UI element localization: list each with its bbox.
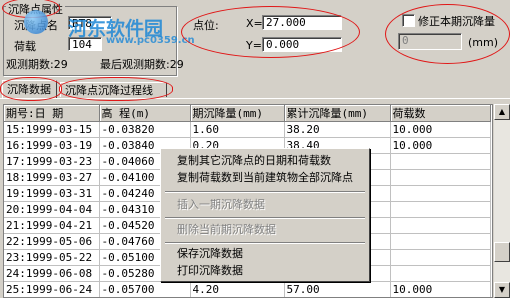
load-label: 荷载 [14,40,36,53]
correction-label[interactable]: 修正本期沉降量 [418,13,495,29]
table-cell[interactable]: 25:1999-06-24 [4,281,100,297]
watermark-url: www.pc0359.cn [106,35,195,46]
table-cell[interactable] [390,249,491,266]
table-cell[interactable] [390,153,491,170]
table-header-row: 期号:日 期高 程(m) 期沉降量(mm) 累计沉降量(mm) 荷载数 [4,105,491,122]
column-header[interactable]: 期号:日 期 [4,105,100,122]
context-menu: 复制其它沉降点的日期和荷载数 复制荷载数到当前建筑物全部沉降点 插入一期沉降数据… [160,148,370,282]
vertical-scrollbar[interactable]: ▲ ▼ [493,104,510,298]
x-field[interactable]: 27.000 [262,15,342,30]
column-header[interactable]: 荷载数 [390,105,491,122]
table-cell[interactable]: 22:1999-05-06 [4,233,100,250]
table-row[interactable]: 15:1999-03-15 -0.03820 1.60 38.20 10.000 [4,121,491,138]
table-cell[interactable]: 15:1999-03-15 [4,121,100,138]
tab-strip: 沉降数据 沉降点沉降过程线 [0,80,510,99]
table-cell[interactable]: 23:1999-05-22 [4,249,100,266]
table-cell[interactable] [390,185,491,202]
watermark-logo-icon [24,10,48,34]
table-cell[interactable]: 19:1999-03-31 [4,185,100,202]
obs-count-text: 观测期数:29 [6,58,68,71]
menu-item-insert-period[interactable]: 插入一期沉降数据 [177,197,265,212]
table-cell[interactable]: 20:1999-04-04 [4,201,100,218]
menu-separator [165,242,365,244]
scroll-thumb[interactable] [494,242,510,262]
table-cell[interactable] [390,233,491,250]
table-cell[interactable]: 57.00 [284,281,391,297]
table-cell[interactable]: 4.20 [190,281,285,297]
tab-settlement-data[interactable]: 沉降数据 [2,80,57,98]
table-cell[interactable]: 16:1999-03-19 [4,137,100,154]
last-obs-text: 最后观测期数:29 [100,58,184,71]
menu-separator [165,191,365,193]
menu-item-print-data[interactable]: 打印沉降数据 [177,263,243,278]
table-cell[interactable]: 21:1999-04-21 [4,217,100,234]
table-cell[interactable]: 24:1999-06-08 [4,265,100,282]
correction-unit: (mm) [468,36,499,49]
position-label: 点位: [193,19,219,32]
menu-item-delete-period[interactable]: 删除当前期沉降数据 [177,222,276,237]
menu-item-copy-dates-loads[interactable]: 复制其它沉降点的日期和荷载数 [177,153,331,168]
correction-checkbox[interactable] [402,14,415,27]
column-header[interactable]: 累计沉降量(mm) [284,105,391,122]
table-cell[interactable] [390,201,491,218]
table-cell[interactable] [390,265,491,282]
column-header[interactable]: 高 程(m) [99,105,191,122]
column-header[interactable]: 期沉降量(mm) [190,105,285,122]
scroll-up-arrow-icon[interactable]: ▲ [494,104,510,120]
table-cell[interactable]: 18:1999-03-27 [4,169,100,186]
menu-item-copy-loads-all[interactable]: 复制荷载数到当前建筑物全部沉降点 [177,170,353,185]
table-cell[interactable]: -0.03820 [99,121,191,138]
scroll-down-arrow-icon[interactable]: ▼ [494,282,510,298]
correction-field[interactable]: 0 [398,33,462,50]
table-cell[interactable]: 10.000 [390,121,491,138]
table-cell[interactable]: 1.60 [190,121,285,138]
table-cell[interactable]: -0.05700 [99,281,191,297]
menu-separator [165,217,365,219]
tab-settlement-curve[interactable]: 沉降点沉降过程线 [60,82,167,97]
y-label: Y= [246,39,262,52]
table-cell[interactable]: 38.20 [284,121,391,138]
table-cell[interactable]: 10.000 [390,281,491,297]
table-cell[interactable]: 10.000 [390,137,491,154]
table-cell[interactable]: 17:1999-03-23 [4,153,100,170]
x-label: X= [246,17,263,30]
menu-item-save-data[interactable]: 保存沉降数据 [177,246,243,261]
table-cell[interactable] [390,217,491,234]
table-cell[interactable] [390,169,491,186]
table-row[interactable]: 25:1999-06-24 -0.05700 4.20 57.00 10.000 [4,281,491,297]
y-field[interactable]: 0.000 [262,37,342,52]
